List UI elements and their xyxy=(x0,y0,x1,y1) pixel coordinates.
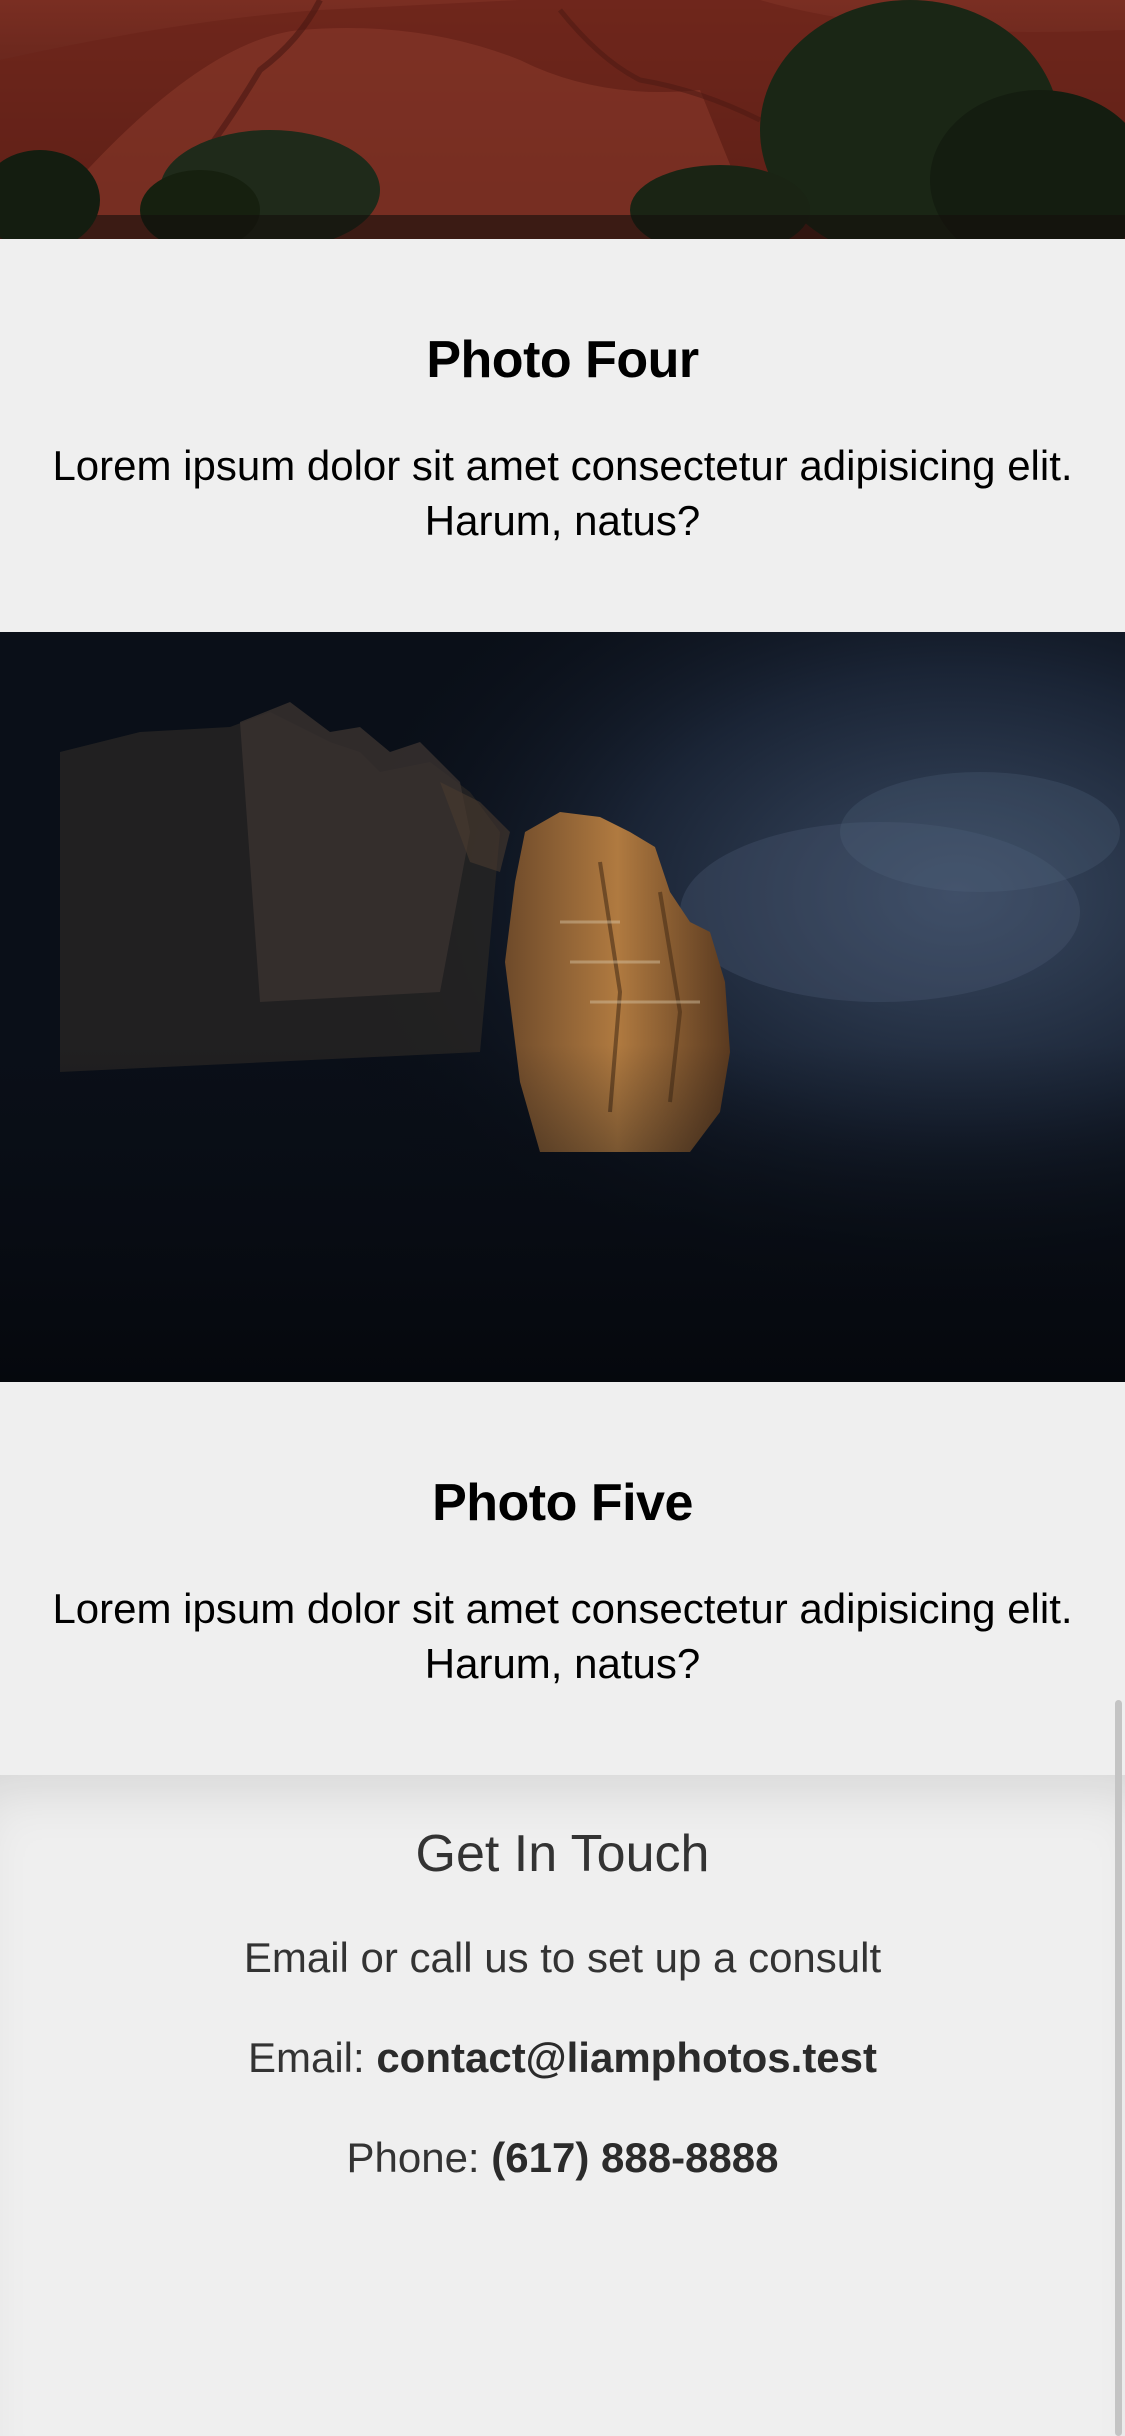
scrollbar-track[interactable] xyxy=(1113,0,1125,2436)
contact-phone-line: Phone: (617) 888-8888 xyxy=(0,2131,1125,2185)
page: Photo Four Lorem ipsum dolor sit amet co… xyxy=(0,0,1125,2436)
photo-four-description: Lorem ipsum dolor sit amet consectetur a… xyxy=(52,442,1073,544)
phone-value: (617) 888-8888 xyxy=(491,2134,779,2181)
photo-five-image xyxy=(0,632,1125,1382)
contact-section: Get In Touch Email or call us to set up … xyxy=(0,1775,1125,2436)
scrollbar-thumb[interactable] xyxy=(1115,1700,1122,2436)
photo-five-description: Lorem ipsum dolor sit amet consectetur a… xyxy=(52,1585,1073,1687)
photo-four-image xyxy=(0,0,1125,239)
photo-five-title: Photo Five xyxy=(432,1474,693,1532)
contact-email-line: Email: contact@liamphotos.test xyxy=(0,2031,1125,2085)
contact-tagline: Email or call us to set up a consult xyxy=(243,1934,882,1981)
email-value: contact@liamphotos.test xyxy=(376,2034,878,2081)
photo-five-caption: Photo Five Lorem ipsum dolor sit amet co… xyxy=(0,1382,1125,1775)
photo-four-caption: Photo Four Lorem ipsum dolor sit amet co… xyxy=(0,239,1125,632)
email-label: Email: xyxy=(247,2034,377,2081)
contact-heading: Get In Touch xyxy=(415,1825,710,1883)
phone-label: Phone: xyxy=(346,2134,492,2181)
photo-four-title: Photo Four xyxy=(426,331,699,389)
